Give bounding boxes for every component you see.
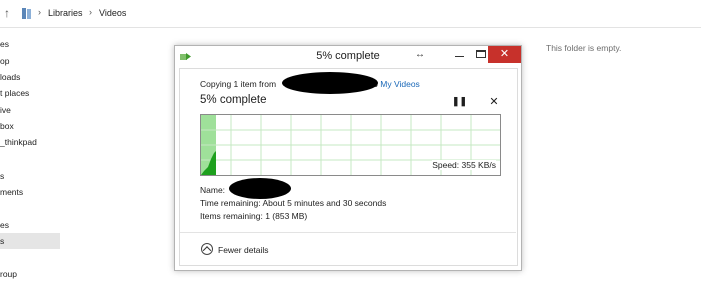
dialog-title-bar[interactable]: 5% complete ↔ ✕ (175, 46, 521, 67)
nav-item[interactable]: _thinkpad (0, 134, 60, 150)
pause-button[interactable]: ❚❚ (452, 96, 468, 108)
up-arrow-icon[interactable]: ↑ (4, 6, 10, 20)
libraries-icon (22, 8, 31, 19)
copy-line-prefix: Copying 1 item from (200, 79, 277, 89)
breadcrumb-videos[interactable]: Videos (99, 8, 126, 18)
breadcrumb-separator: › (89, 7, 92, 17)
percent-complete-label: 5% complete (200, 94, 267, 106)
redaction-mark (282, 72, 378, 94)
breadcrumb-libraries[interactable]: Libraries (48, 8, 83, 18)
chevron-up-icon (201, 243, 213, 255)
maximize-icon (476, 50, 486, 58)
divider (180, 232, 516, 233)
speed-graph: Speed: 355 KB/s (200, 114, 501, 176)
nav-item[interactable]: es (0, 36, 60, 52)
close-icon: ✕ (489, 96, 499, 108)
name-label: Name: (200, 185, 226, 195)
nav-item[interactable]: t places (0, 85, 60, 101)
minimize-button[interactable] (450, 47, 470, 63)
redaction-mark (229, 178, 291, 199)
speed-label: Speed: 355 KB/s (432, 160, 496, 170)
empty-folder-message: This folder is empty. (546, 43, 622, 53)
items-remaining: Items remaining: 1 (853 MB) (200, 211, 308, 221)
navigation-pane: es op loads t places ive box _thinkpad s… (0, 28, 60, 300)
minimize-icon (455, 56, 464, 57)
address-bar: ↑ › Libraries › Videos (0, 0, 701, 28)
nav-item[interactable]: loads (0, 69, 60, 85)
close-button[interactable]: ✕ (488, 46, 521, 63)
close-icon: ✕ (499, 48, 510, 60)
nav-item-selected[interactable]: s (0, 233, 60, 249)
destination-link[interactable]: My Videos (380, 79, 420, 89)
time-remaining: Time remaining: About 5 minutes and 30 s… (200, 198, 387, 208)
nav-item[interactable]: ive (0, 102, 60, 118)
breadcrumb-separator: › (38, 7, 41, 17)
nav-item[interactable]: roup (0, 266, 60, 282)
pause-icon: ❚❚ (452, 96, 468, 106)
resize-arrows-icon: ↔ (415, 49, 425, 60)
nav-item[interactable]: es (0, 217, 60, 233)
nav-item[interactable]: s (0, 168, 60, 184)
nav-item[interactable]: ments (0, 184, 60, 200)
fewer-details-label: Fewer details (218, 245, 269, 255)
cancel-button[interactable]: ✕ (487, 95, 501, 108)
nav-item[interactable]: box (0, 118, 60, 134)
nav-item[interactable]: op (0, 53, 60, 69)
